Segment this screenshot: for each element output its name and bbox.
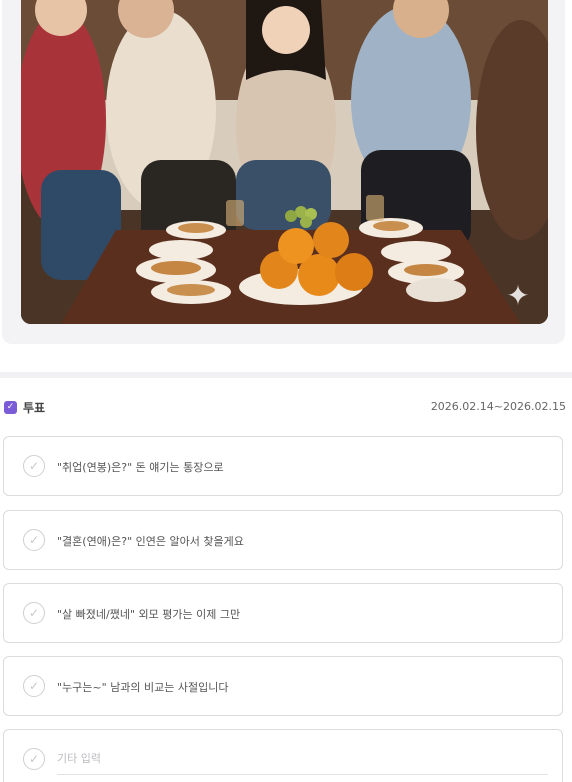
vote-option[interactable]: ✓ "살 빠졌네/쪘네" 외모 평가는 이제 그만 xyxy=(3,583,563,643)
vote-option-label: "살 빠졌네/쪘네" 외모 평가는 이제 그만 xyxy=(57,608,241,621)
checkbox-icon: ✓ xyxy=(4,401,17,414)
vote-option[interactable]: ✓ "결혼(연애)은?" 인연은 알아서 찾을게요 xyxy=(3,510,563,570)
family-gathering-illustration xyxy=(21,0,548,324)
post-image[interactable]: ✦ xyxy=(21,0,548,324)
image-card: ✦ xyxy=(2,0,565,344)
vote-option-label: "취업(연봉)은?" 돈 얘기는 통장으로 xyxy=(57,461,224,474)
section-divider xyxy=(0,372,572,378)
check-circle-icon[interactable]: ✓ xyxy=(23,748,45,770)
sparkle-icon: ✦ xyxy=(506,279,530,312)
vote-option[interactable]: ✓ "취업(연봉)은?" 돈 얘기는 통장으로 xyxy=(3,436,563,496)
vote-option-other[interactable]: ✓ 기타 입력 xyxy=(3,729,563,782)
input-underline xyxy=(57,774,548,775)
check-circle-icon[interactable]: ✓ xyxy=(23,675,45,697)
check-circle-icon[interactable]: ✓ xyxy=(23,529,45,551)
vote-option-label: "누구는~" 남과의 비교는 사절입니다 xyxy=(57,681,229,694)
vote-period: 2026.02.14~2026.02.15 xyxy=(430,400,566,413)
check-circle-icon[interactable]: ✓ xyxy=(23,455,45,477)
other-input[interactable]: 기타 입력 xyxy=(57,750,101,766)
check-circle-icon[interactable]: ✓ xyxy=(23,602,45,624)
vote-option-label: "결혼(연애)은?" 인연은 알아서 찾을게요 xyxy=(57,535,244,548)
vote-option[interactable]: ✓ "누구는~" 남과의 비교는 사절입니다 xyxy=(3,656,563,716)
vote-header: ✓ 투표 2026.02.14~2026.02.15 xyxy=(4,398,566,418)
vote-title: 투표 xyxy=(23,401,46,415)
